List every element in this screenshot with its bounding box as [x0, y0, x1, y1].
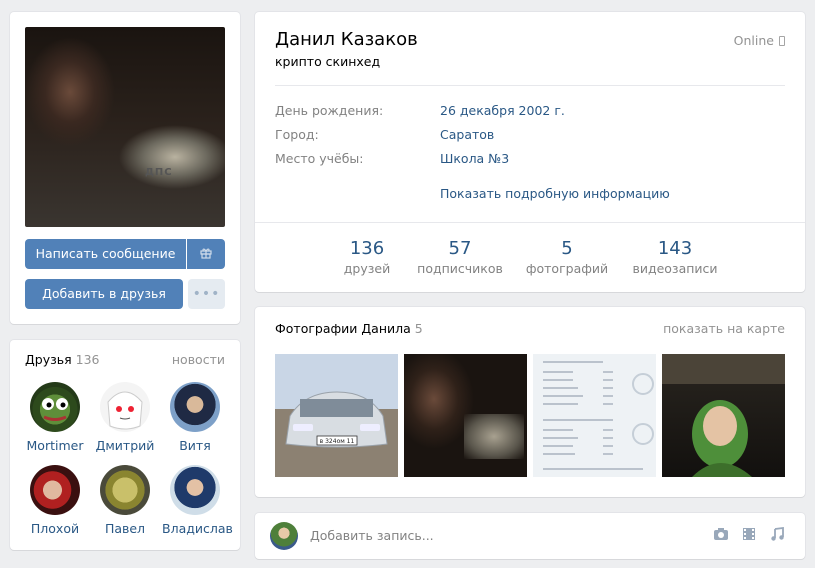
profile-name: Данил Казаков — [275, 29, 418, 50]
friend-name[interactable]: Витя — [162, 438, 228, 453]
new-post-card: Добавить запись... — [255, 513, 805, 559]
friends-header[interactable]: Друзья 136 — [25, 352, 100, 367]
friend-avatar[interactable] — [170, 465, 220, 515]
info-row-school: Место учёбы: Школа №3 — [275, 151, 509, 166]
add-friend-button[interactable]: Добавить в друзья — [25, 279, 183, 309]
counter-label: подписчиков — [417, 261, 503, 276]
friend-name[interactable]: Павел — [92, 521, 158, 536]
online-label: Online — [733, 33, 774, 48]
counter-videos[interactable]: 143 видеозаписи — [627, 238, 723, 276]
profile-avatar-photo[interactable]: ДПС — [25, 27, 225, 227]
info-label: Место учёбы: — [275, 151, 364, 166]
counter-number: 57 — [448, 238, 472, 259]
info-label: Город: — [275, 127, 319, 142]
profile-status[interactable]: крипто скинхед — [275, 54, 380, 69]
photos-card: Фотографии Данила 5 показать на карте в 3… — [255, 307, 805, 497]
photo-thumbnail[interactable] — [662, 354, 785, 477]
photo-car-shape — [464, 414, 524, 459]
friend-item[interactable]: Витя — [162, 382, 228, 453]
friend-item[interactable]: Дмитрий — [92, 382, 158, 453]
counter-label: фотографий — [525, 261, 609, 276]
video-icon[interactable] — [741, 527, 757, 543]
friends-news-link[interactable]: новости — [172, 352, 225, 367]
friend-name[interactable]: Плохой — [22, 521, 88, 536]
counter-friends[interactable]: 136 друзей — [340, 238, 394, 276]
info-row-city: Город: Саратов — [275, 127, 494, 142]
friends-card: Друзья 136 новости Mortimer Дмитрий Витя … — [10, 340, 240, 550]
friends-title[interactable]: Друзья — [25, 352, 72, 367]
online-status: Online — [734, 33, 785, 48]
friend-item[interactable]: Павел — [92, 465, 158, 536]
counter-followers[interactable]: 57 подписчиков — [415, 238, 505, 276]
show-on-map-link[interactable]: показать на карте — [663, 321, 785, 336]
photo-test-document — [533, 354, 656, 477]
friend-avatar[interactable] — [100, 465, 150, 515]
current-user-avatar — [270, 522, 298, 550]
show-more-info-link[interactable]: Показать подробную информацию — [440, 186, 670, 201]
counter-label: друзей — [343, 261, 391, 276]
photos-count: 5 — [414, 321, 423, 336]
photos-header[interactable]: Фотографии Данила 5 — [275, 321, 423, 336]
send-gift-button[interactable] — [187, 239, 225, 269]
info-row-birthday: День рождения: 26 декабря 2002 г. — [275, 103, 565, 118]
profile-info-card: Данил Казаков крипто скинхед Online День… — [255, 12, 805, 292]
photo-thumbnail[interactable] — [404, 354, 527, 477]
mobile-phone-icon — [779, 36, 785, 46]
camera-icon[interactable] — [713, 527, 729, 543]
anime-avatar-graphic — [107, 391, 143, 430]
friend-avatar[interactable] — [100, 382, 150, 432]
photo-car: в 324ом 11 — [275, 354, 398, 477]
friend-name[interactable]: Дмитрий — [92, 438, 158, 453]
new-post-input[interactable]: Добавить запись... — [310, 528, 434, 543]
counter-photos[interactable]: 5 фотографий — [525, 238, 609, 276]
avatar-card: ДПС Написать сообщение Добавить в друзья… — [10, 12, 240, 324]
friend-item[interactable]: Плохой — [22, 465, 88, 536]
music-icon[interactable] — [769, 526, 785, 543]
counters-divider — [255, 222, 805, 223]
photo-person-green-hood — [662, 354, 785, 477]
more-actions-button[interactable]: ••• — [188, 279, 225, 309]
post-attachments — [713, 526, 785, 543]
more-dots-icon: ••• — [192, 286, 221, 302]
friend-name[interactable]: Mortimer — [22, 438, 88, 453]
friend-item[interactable]: Владислав — [162, 465, 233, 536]
pepe-avatar-graphic — [42, 398, 68, 421]
friend-avatar[interactable] — [30, 382, 80, 432]
counter-number: 5 — [561, 238, 573, 259]
info-value-link[interactable]: Саратов — [440, 127, 494, 142]
counter-number: 143 — [657, 238, 693, 259]
info-divider — [275, 85, 785, 86]
photos-title[interactable]: Фотографии Данила — [275, 321, 411, 336]
send-message-button[interactable]: Написать сообщение — [25, 239, 186, 269]
photo-thumbnail[interactable]: в 324ом 11 — [275, 354, 398, 477]
license-plate: в 324ом 11 — [320, 438, 355, 445]
friend-item[interactable]: Mortimer — [22, 382, 88, 453]
photo-thumbnail[interactable] — [533, 354, 656, 477]
info-value-link[interactable]: Школа №3 — [440, 151, 509, 166]
friends-count: 136 — [75, 352, 100, 367]
friend-name[interactable]: Владислав — [162, 521, 233, 536]
counter-label: видеозаписи — [632, 261, 718, 276]
friend-avatar[interactable] — [170, 382, 220, 432]
info-value-link[interactable]: 26 декабря 2002 г. — [440, 103, 565, 118]
gift-icon — [200, 248, 212, 259]
info-label: День рождения: — [275, 103, 384, 118]
counter-number: 136 — [349, 238, 385, 259]
avatar-car-lettering: ДПС — [145, 167, 173, 178]
friend-avatar[interactable] — [30, 465, 80, 515]
